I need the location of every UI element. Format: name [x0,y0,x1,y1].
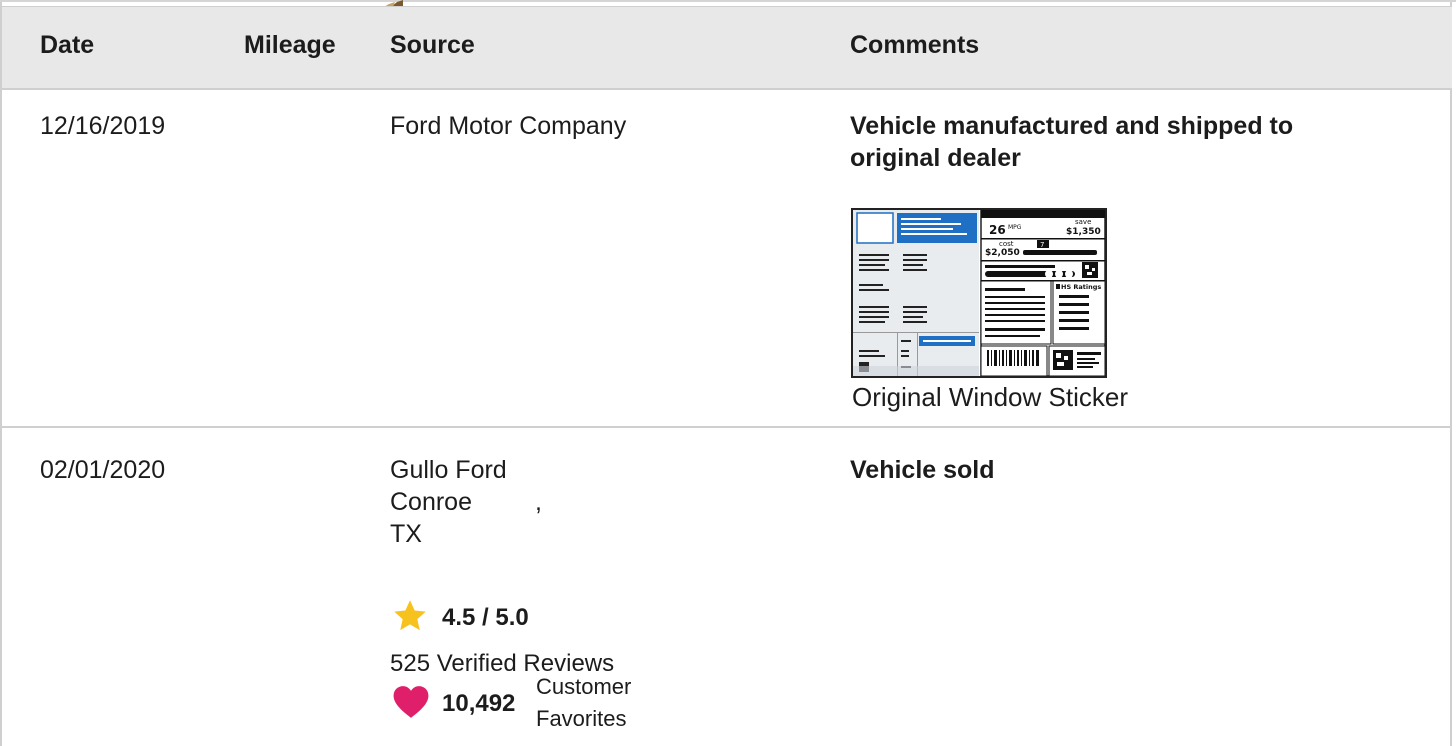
table-header-row: Date Mileage Source Comments [2,6,1452,90]
row-comment-line1: Vehicle manufactured and shipped to [850,112,1294,140]
heart-icon [393,686,429,718]
window-sticker-thumbnail[interactable]: 26 MPG save $1,350 cost $2,050 7 HS Rati… [851,208,1107,378]
row-source: Ford Motor Company [390,112,627,140]
customer-favorites-label-1: Customer [536,674,632,699]
customer-favorites-count: 10,492 [442,690,516,717]
dealer-state: TX [390,520,422,548]
sticker-ratings-title: HS Ratings [1061,283,1101,291]
header-source: Source [390,31,475,59]
dealer-city-comma: , [535,488,542,516]
sticker-rating-number: 7 [1040,241,1044,249]
top-divider [0,0,1456,2]
sticker-mpg-value: 26 [989,223,1006,237]
header-comments: Comments [850,31,980,59]
dealer-rating: 4.5 / 5.0 [442,604,529,631]
table-row: 02/01/2020 Gullo Ford Conroe , TX 4.5 / … [2,428,1452,746]
table-row: 12/16/2019 Ford Motor Company Vehicle ma… [2,90,1452,428]
sticker-cost-label: cost [999,240,1014,248]
header-date: Date [40,31,95,59]
row-comment-line2: original dealer [850,144,1021,172]
row-date: 02/01/2020 [40,456,166,484]
row-date: 12/16/2019 [40,112,166,140]
sticker-save-label: save [1075,218,1091,226]
dealer-city: Conroe [390,488,472,516]
row-comment: Vehicle sold [850,456,995,484]
window-sticker-caption[interactable]: Original Window Sticker [852,382,1128,413]
window-sticker-image: 26 MPG save $1,350 cost $2,050 7 HS Rati… [853,209,1106,377]
sticker-mpg-unit: MPG [1008,224,1022,231]
star-icon [394,600,426,631]
dealer-name[interactable]: Gullo Ford [390,454,507,486]
sticker-cost-amount: $2,050 [985,248,1020,258]
customer-favorites-label-2: Favorites [536,706,627,731]
sticker-save-amount: $1,350 [1066,227,1101,237]
header-mileage: Mileage [244,31,336,59]
